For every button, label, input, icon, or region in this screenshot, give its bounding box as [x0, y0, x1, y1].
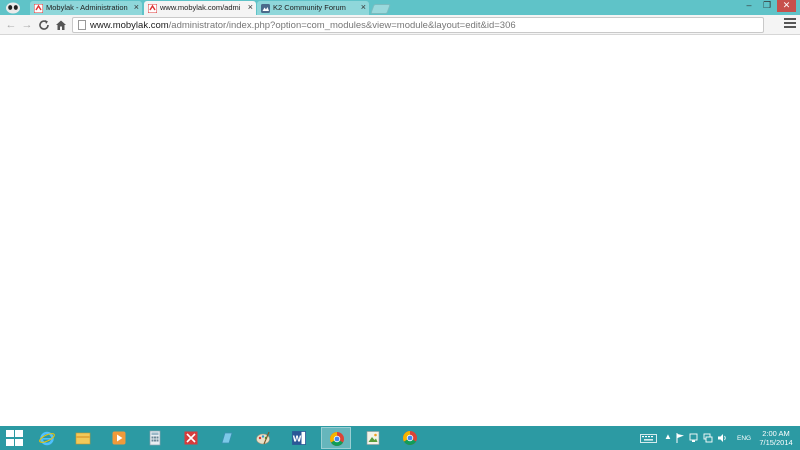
show-hidden-icons-chevron-icon[interactable]: ▲ [664, 432, 672, 441]
taskbar-calculator[interactable] [140, 427, 170, 449]
home-house-icon [56, 20, 66, 30]
taskbar-microsoft-word[interactable]: W [284, 427, 314, 449]
back-arrow-icon[interactable]: ← [4, 18, 18, 32]
svg-text:W: W [293, 435, 302, 444]
page-content [0, 36, 800, 426]
start-button[interactable] [6, 430, 23, 446]
taskbar-blue-app[interactable] [212, 427, 242, 449]
reload-icon[interactable] [37, 18, 51, 32]
taskbar-chrome-second[interactable] [395, 427, 425, 449]
taskbar-media-player[interactable] [104, 427, 134, 449]
home-icon[interactable] [54, 18, 68, 32]
tab-title: Mobylak - Administration [46, 3, 128, 12]
taskbar-internet-explorer[interactable] [32, 427, 62, 449]
media-player-icon [112, 431, 126, 445]
tab-title: K2 Community Forum [273, 3, 346, 12]
restore-button[interactable]: ❐ [760, 0, 774, 12]
taskbar-red-app[interactable] [176, 427, 206, 449]
word-icon: W [292, 431, 306, 445]
clock-date: 7/15/2014 [759, 438, 793, 447]
tab-mobylak-admin-url[interactable]: www.mobylak.com/admi × [144, 1, 256, 15]
new-tab-button[interactable] [370, 4, 391, 14]
blue-app-icon [221, 432, 233, 444]
action-center-flag-icon[interactable] [676, 433, 685, 443]
reload-arrow-icon [39, 20, 49, 30]
volume-icon[interactable] [717, 433, 728, 443]
taskbar-image-viewer[interactable] [358, 427, 388, 449]
chrome-icon [330, 432, 344, 446]
folder-icon [75, 432, 91, 445]
browser-titlebar: Mobylak - Administration × www.mobylak.c… [0, 0, 800, 15]
tab-close-icon[interactable]: × [361, 2, 366, 12]
url-host: www.mobylak.com [90, 20, 169, 31]
close-window-button[interactable]: ✕ [777, 0, 796, 12]
browser-toolbar: ← → www.mobylak.com/administrator/index.… [0, 15, 800, 35]
chrome-icon [403, 431, 417, 445]
taskbar-chrome-active[interactable] [321, 427, 351, 449]
tab-close-icon[interactable]: × [248, 2, 253, 12]
red-app-icon [184, 431, 198, 445]
chrome-menu-icon[interactable] [784, 18, 796, 30]
tab-mobylak-administration[interactable]: Mobylak - Administration × [30, 1, 142, 15]
page-icon [78, 20, 86, 30]
joomla-favicon-icon [34, 4, 43, 13]
address-url[interactable]: www.mobylak.com/administrator/index.php?… [90, 19, 516, 32]
tab-k2-community-forum[interactable]: K2 Community Forum × [257, 1, 369, 15]
input-language-indicator[interactable]: ENG [737, 435, 751, 442]
internet-explorer-icon [39, 431, 55, 446]
tab-title: www.mobylak.com/admi [160, 3, 241, 12]
network-icon[interactable] [703, 433, 713, 443]
minimize-button[interactable]: – [742, 0, 756, 12]
k2-favicon-icon [261, 4, 270, 13]
forward-arrow-icon[interactable]: → [20, 18, 34, 32]
touch-keyboard-icon[interactable] [640, 434, 657, 443]
calculator-icon [149, 430, 161, 446]
url-path: /administrator/index.php?option=com_modu… [168, 20, 516, 31]
taskbar-paint-app[interactable] [248, 427, 278, 449]
device-icon[interactable] [689, 433, 699, 443]
paint-palette-icon [256, 431, 270, 445]
image-viewer-icon [366, 431, 380, 445]
address-bar[interactable]: www.mobylak.com/administrator/index.php?… [72, 17, 764, 33]
system-clock[interactable]: 2:00 AM 7/15/2014 [758, 429, 794, 447]
windows-taskbar: W ▲ ENG 2:00 AM 7/15/2014 [0, 426, 800, 450]
joomla-favicon-icon [148, 4, 157, 13]
clock-time: 2:00 AM [762, 429, 790, 438]
profile-avatar-icon[interactable] [5, 1, 21, 14]
tab-close-icon[interactable]: × [134, 2, 139, 12]
taskbar-file-explorer[interactable] [68, 427, 98, 449]
